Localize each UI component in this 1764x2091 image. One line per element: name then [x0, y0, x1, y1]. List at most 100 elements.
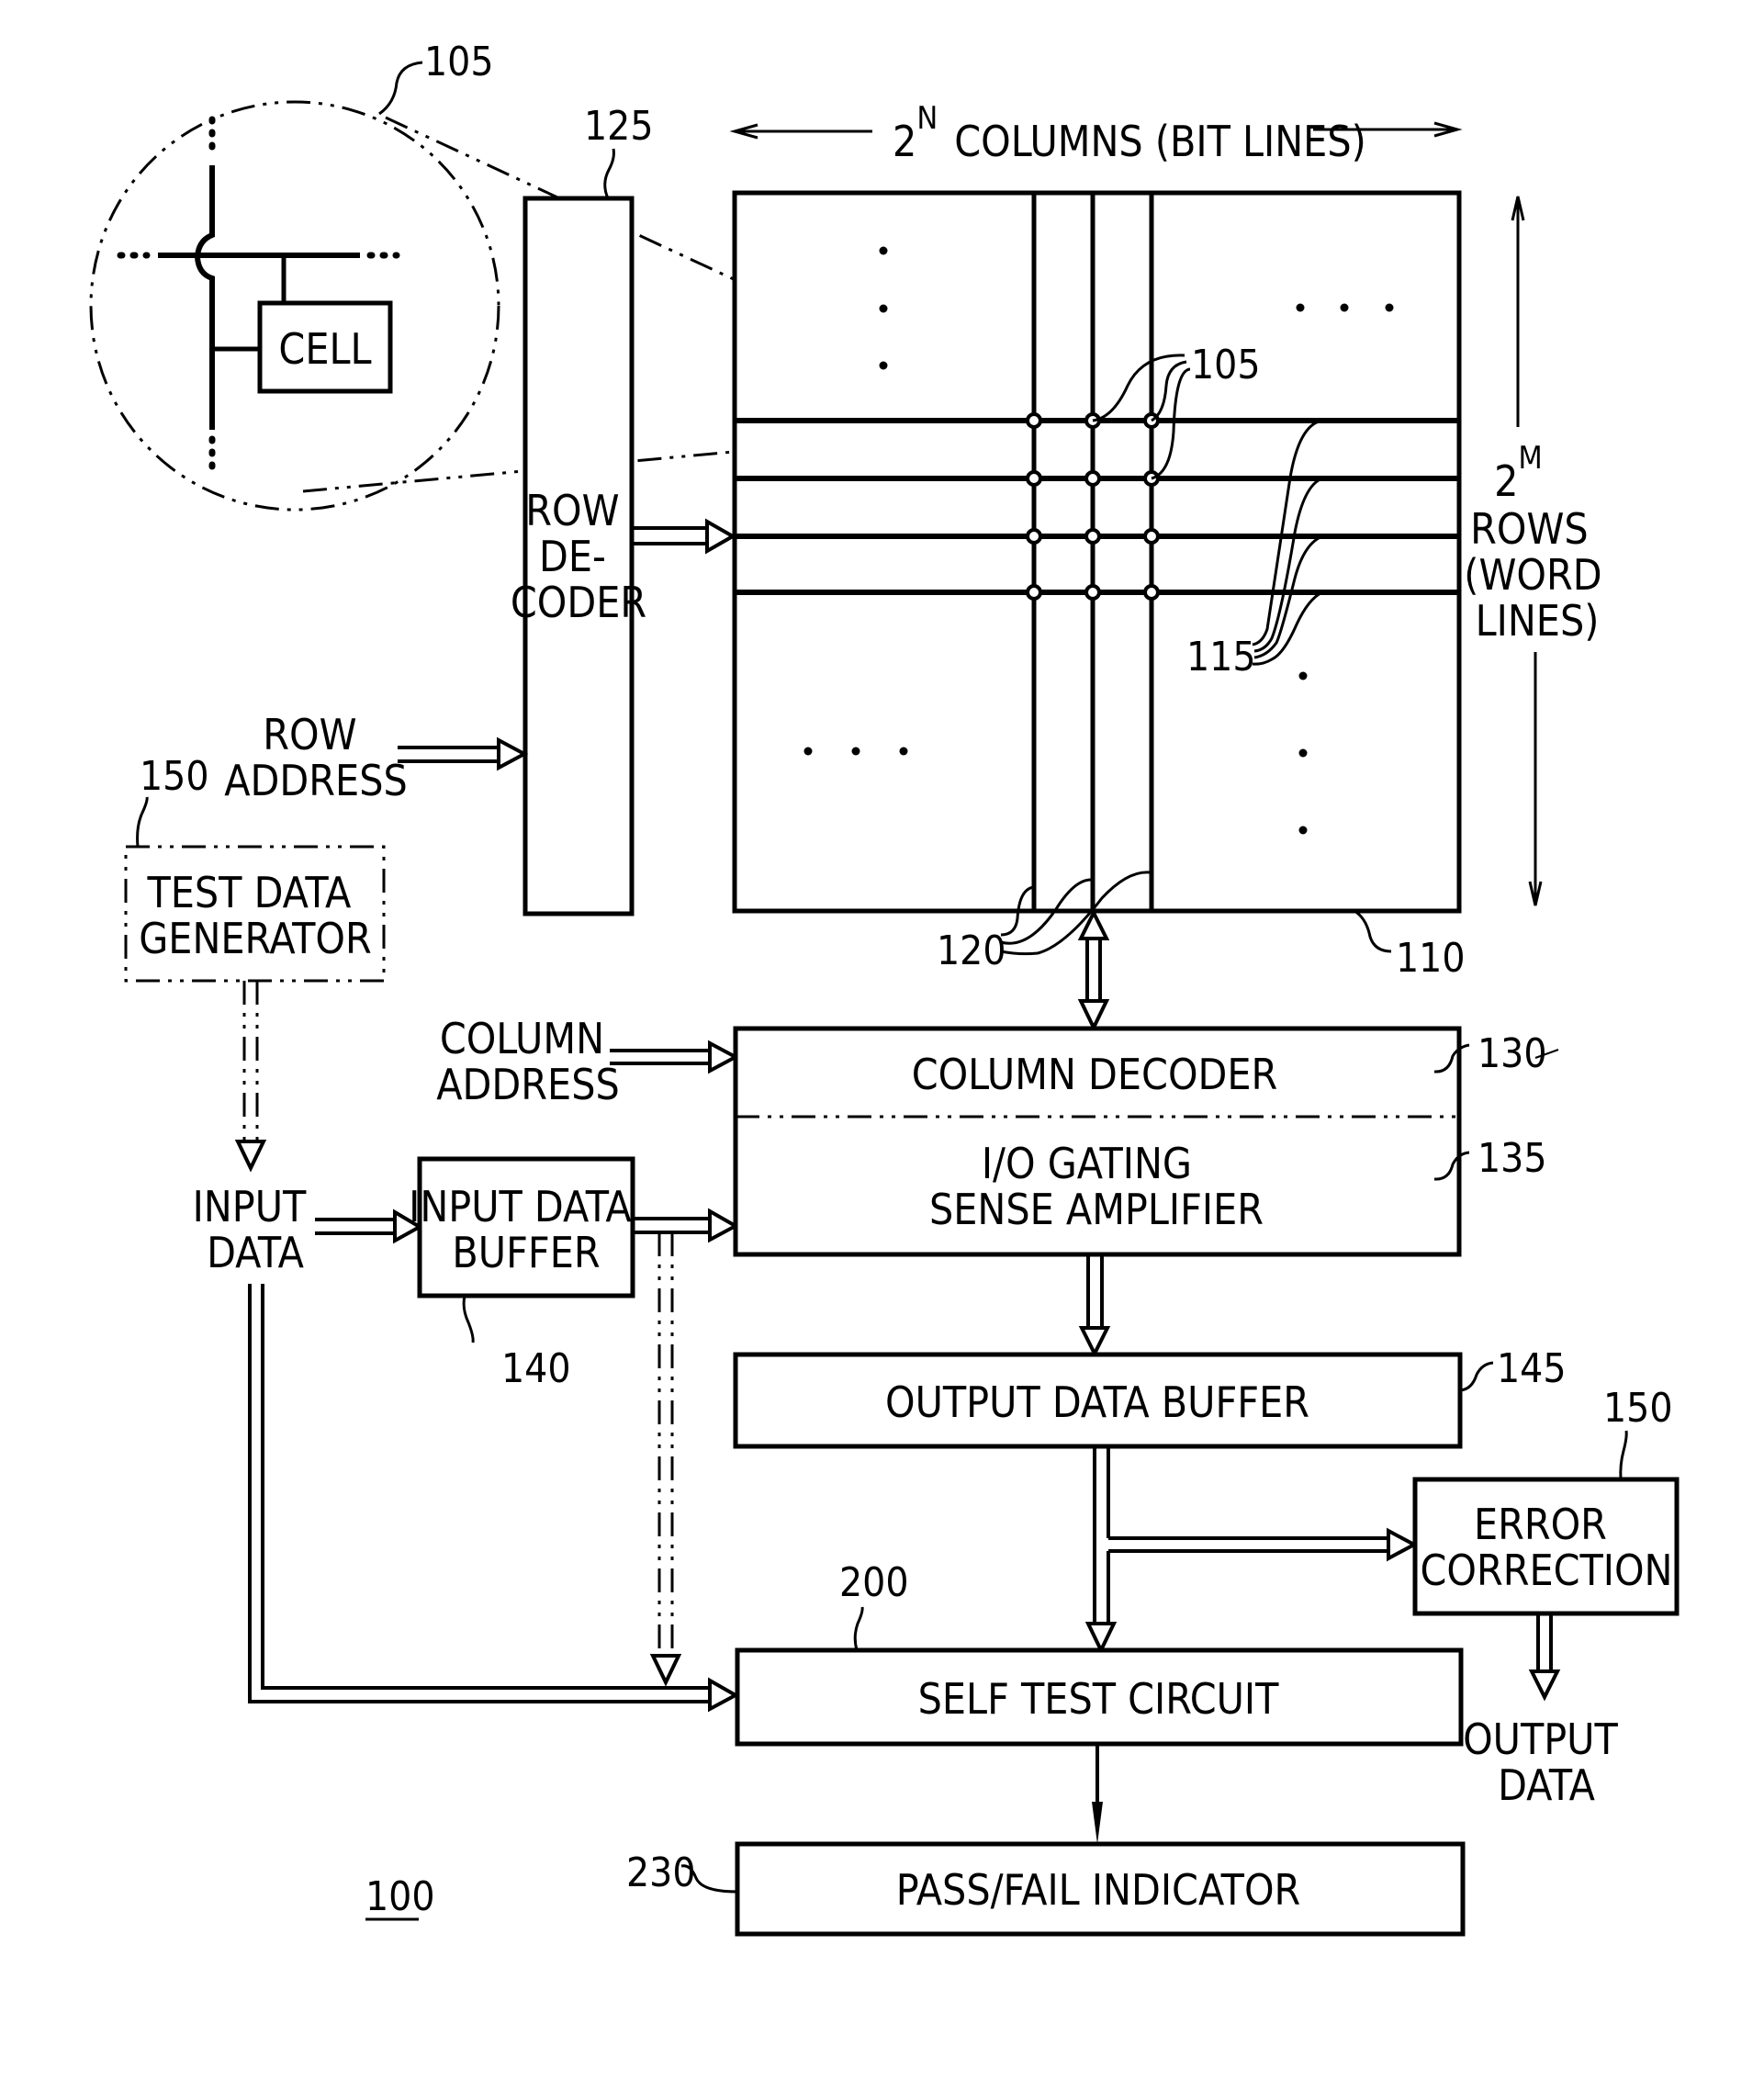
cell-node: [1143, 528, 1160, 545]
test-data-generator-ref-label: 150: [140, 753, 209, 800]
self-test-input-arrowhead-icon: [708, 1677, 740, 1713]
figure-number-label: 100: [365, 1873, 435, 1920]
node-ref-label: 105: [1191, 342, 1261, 388]
column-address-label-line: COLUMN: [440, 1014, 604, 1063]
row-decoder-label-line: CODER: [511, 578, 646, 627]
input-data-label-line: INPUT: [193, 1182, 307, 1231]
array-ref-leader: [1354, 909, 1392, 953]
bus-arrowhead-icon: [705, 518, 737, 555]
word-line-ref-label: 115: [1186, 634, 1256, 680]
columns-exponent: N: [916, 100, 938, 137]
column-decoder-ref-label: 130: [1477, 1030, 1547, 1077]
cell-node: [1026, 528, 1042, 545]
rows-label-line: ROWS: [1470, 504, 1589, 554]
error-correction-label-line: ERROR: [1474, 1500, 1607, 1549]
cell-label: CELL: [278, 324, 371, 374]
row-address-arrowhead-icon: [497, 736, 529, 771]
input-data-label: INPUT DATA: [193, 1182, 319, 1277]
columns-label: 2N COLUMNS (BIT LINES): [893, 100, 1366, 166]
output-data-label-line: OUTPUT: [1463, 1714, 1618, 1764]
self-test-to-pass-fail-arrowhead-icon: [1092, 1802, 1103, 1844]
input-data-to-self-test-bus: [248, 1284, 712, 1703]
self-test-circuit-ref-label: 200: [839, 1559, 909, 1606]
cell-node: [1143, 584, 1160, 601]
self-test-circuit-ref-leader: [853, 1606, 864, 1651]
self-test-circuit: SELF TEST CIRCUIT 200: [735, 1559, 1464, 1844]
bus-down-arrowhead-icon: [1077, 999, 1110, 1032]
cell-node: [1084, 528, 1101, 545]
column-address-arrowhead-icon: [708, 1040, 740, 1074]
input-data-buffer-ref-label: 140: [501, 1345, 571, 1392]
rows-exponent: M: [1518, 440, 1542, 477]
bus-up-arrowhead-icon: [1077, 908, 1110, 940]
row-decoder-ref-leader: [603, 148, 615, 199]
row-decoder-ref-label: 125: [584, 103, 654, 150]
array-ref-label: 110: [1396, 935, 1466, 982]
test-data-generator-ref-leader: [136, 796, 149, 848]
rows-base: 2: [1494, 456, 1518, 506]
io-gating-label-line: I/O GATING: [982, 1139, 1192, 1188]
column-address-label: COLUMN ADDRESS: [436, 1014, 620, 1109]
output-buffer-bus: [1084, 1446, 1419, 1655]
columns-dimension: 2N COLUMNS (BIT LINES): [729, 100, 1463, 166]
test-data-generator: TEST DATA GENERATOR 150: [124, 753, 386, 1173]
pass-fail-indicator-ref-label: 230: [626, 1849, 696, 1896]
row-address-label: ROW ADDRESS: [224, 710, 408, 805]
input-data-buffer-ref-leader: [462, 1295, 475, 1343]
row-address-label-line: ADDRESS: [224, 756, 408, 805]
row-address-label-line: ROW: [263, 710, 356, 759]
error-correction-ref-leader: [1619, 1430, 1628, 1480]
test-data-generator-label-line: TEST DATA: [146, 868, 351, 917]
pass-fail-indicator-label: PASS/FAIL INDICATOR: [896, 1865, 1301, 1915]
cell-node: [1026, 470, 1042, 487]
inset-ref-leader: [378, 61, 423, 116]
memory-self-test-diagram: CELL 105 ROW DE- CODER 125 105 115 120 1…: [89, 39, 1680, 1937]
cell-node: [1084, 470, 1101, 487]
memory-array: 105 115 120 110: [732, 190, 1466, 982]
figure-number: 100: [365, 1873, 435, 1921]
row-decoder: ROW DE- CODER 125: [511, 103, 654, 916]
io-gating-ref-label: 135: [1477, 1135, 1547, 1182]
input-data-buffer: INPUT DATA BUFFER 140: [409, 1156, 740, 1687]
to-error-correction-arrowhead-icon: [1387, 1527, 1419, 1562]
inset-ref-label: 105: [424, 39, 494, 85]
test-data-generator-label: TEST DATA GENERATOR: [139, 868, 372, 963]
pass-fail-indicator: PASS/FAIL INDICATOR 230: [626, 1841, 1466, 1937]
array-column-decoder-bus: [1077, 908, 1110, 1032]
self-test-circuit-label: SELF TEST CIRCUIT: [918, 1674, 1279, 1724]
columns-text: COLUMNS (BIT LINES): [954, 117, 1366, 166]
output-data-buffer-label: OUTPUT DATA BUFFER: [885, 1377, 1309, 1427]
cell-node: [1084, 584, 1101, 601]
input-data-label-line: DATA: [207, 1228, 304, 1277]
output-data-arrowhead-icon: [1528, 1669, 1561, 1702]
rows-label-line: (WORD: [1464, 550, 1601, 600]
error-correction-ref-label: 150: [1603, 1385, 1673, 1432]
row-decoder-label-line: ROW: [525, 486, 619, 535]
error-correction-label-line: CORRECTION: [1420, 1546, 1672, 1595]
columns-base: 2: [893, 117, 916, 166]
output-data-buffer-ref-label: 145: [1497, 1345, 1567, 1392]
output-data-buffer-ref-leader: [1459, 1361, 1494, 1392]
column-address-label-line: ADDRESS: [436, 1060, 620, 1109]
row-decoder-label-line: DE-: [539, 532, 606, 581]
output-data-label: OUTPUT DATA: [1463, 1714, 1630, 1810]
row-decoder-to-array-bus: [632, 518, 737, 555]
column-decoder-label: COLUMN DECODER: [912, 1050, 1278, 1099]
rows-label: 2M ROWS (WORD LINES): [1464, 429, 1613, 646]
test-data-arrowhead-icon: [234, 1140, 267, 1173]
buffer-to-io-arrowhead-icon: [708, 1208, 740, 1243]
rows-dimension: 2M ROWS (WORD LINES): [1464, 196, 1613, 906]
test-data-generator-label-line: GENERATOR: [139, 914, 372, 963]
input-data-buffer-label-line: INPUT DATA: [409, 1182, 632, 1231]
column-decoder-io-block: COLUMN DECODER I/O GATING SENSE AMPLIFIE…: [733, 1026, 1559, 1257]
rows-label-line: LINES): [1476, 596, 1600, 646]
cell-node: [1026, 412, 1042, 429]
io-to-output-buffer-bus: [1078, 1254, 1111, 1358]
cell-node: [1026, 584, 1042, 601]
buffer-to-self-test-arrowhead-icon: [649, 1654, 682, 1687]
input-data-buffer-label-line: BUFFER: [452, 1228, 600, 1277]
row-address: ROW ADDRESS: [224, 710, 529, 805]
column-address: COLUMN ADDRESS: [436, 1014, 740, 1109]
inset-bit-line: [194, 165, 215, 430]
bit-line-ref-label: 120: [937, 927, 1006, 974]
